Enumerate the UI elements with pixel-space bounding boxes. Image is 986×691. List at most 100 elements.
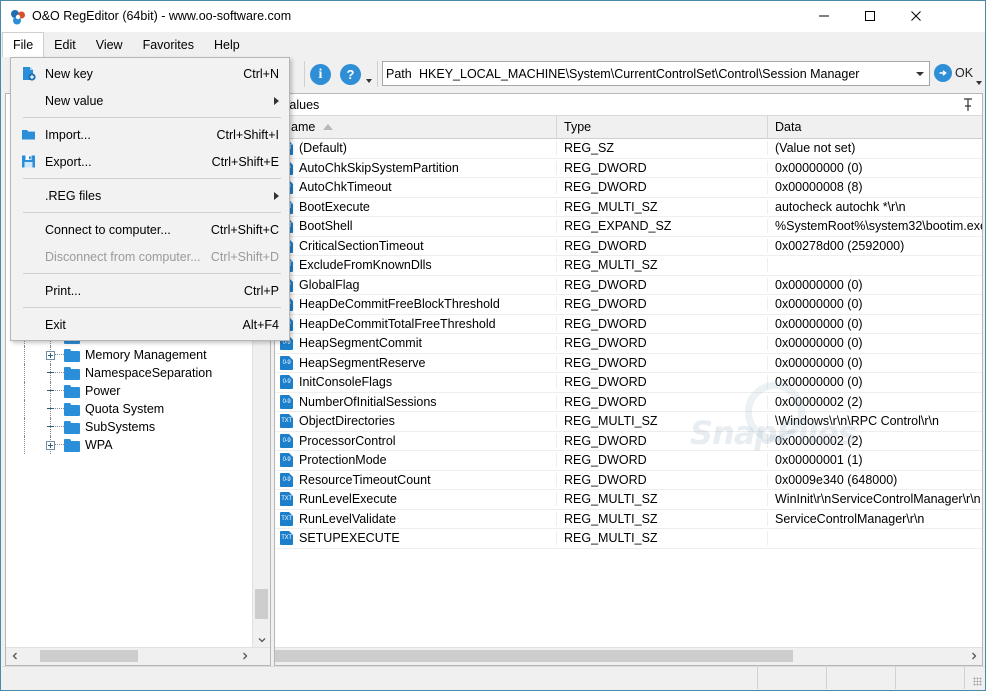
menu-item-new-value[interactable]: New value (11, 87, 289, 114)
table-row[interactable]: 0-9 ProtectionMode REG_DWORD 0x00000001 (1) (275, 451, 982, 471)
table-row[interactable]: TXTBootExecuteREG_MULTI_SZ autocheck auto… (275, 198, 982, 217)
cell-name-label: HeapSegmentCommit (299, 336, 422, 351)
pin-icon[interactable] (962, 98, 974, 115)
cell-type: REG_DWORD (557, 355, 768, 370)
table-row[interactable]: TXTExcludeFromKnownDllsREG_MULTI_SZ (275, 256, 982, 276)
menu-help[interactable]: Help (204, 32, 250, 57)
cell-type: REG_MULTI_SZ (557, 511, 768, 526)
cell-type: REG_DWORD (557, 316, 768, 331)
table-row[interactable]: TXT RunLevelExecute REG_MULTI_SZ WinInit\r\… (275, 490, 982, 510)
values-grid-body[interactable]: TXT(Default)REG_SZ(Value not set)0-9Auto… (275, 139, 982, 648)
table-row[interactable]: 0-9CriticalSectionTimeoutREG_DWORD 0x0027… (275, 237, 982, 256)
table-row[interactable]: TXT ObjectDirectories REG_MULTI_SZ \Windows… (275, 412, 982, 432)
cell-name: 0-9HeapDeCommitTotalFreeThreshold (275, 316, 557, 331)
menu-item-export[interactable]: Export... Ctrl+Shift+E (11, 148, 289, 175)
table-row[interactable]: 0-9 InitConsoleFlags REG_DWORD 0x00000000 (… (275, 373, 982, 393)
tree-expand-icon[interactable] (46, 350, 55, 360)
table-row[interactable]: TXT SETUPEXECUTE REG_MULTI_SZ (275, 529, 982, 549)
cell-name-label: ExcludeFromKnownDlls (299, 258, 432, 273)
tree-scroll-right-button[interactable] (236, 648, 253, 664)
tree-item[interactable]: Power (6, 382, 253, 400)
tree-expand-icon[interactable] (46, 440, 55, 450)
tree-item[interactable]: WPA (6, 436, 253, 454)
table-row[interactable]: TXT RunLevelValidate REG_MULTI_SZ ServiceCo… (275, 510, 982, 529)
help-icon[interactable]: ? (340, 64, 361, 85)
values-horizontal-scroll-thumb[interactable] (275, 650, 793, 662)
toolbar-separator-2 (377, 61, 378, 87)
table-row[interactable]: 0-9 HeapSegmentCommit REG_DWORD 0x00000000 … (275, 334, 982, 354)
tree-item[interactable]: Quota System (6, 400, 253, 418)
tree-guide-line (24, 418, 25, 436)
menu-view-label: View (95, 37, 123, 52)
menu-item-import[interactable]: Import... Ctrl+Shift+I (11, 121, 289, 148)
ok-button[interactable]: OK (955, 66, 973, 80)
chevron-right-icon (242, 652, 247, 660)
menu-favorites[interactable]: Favorites (133, 32, 204, 57)
column-header-name[interactable]: Name (275, 116, 557, 138)
tree-item[interactable]: Memory Management (6, 346, 253, 364)
string-value-icon: TXT (280, 414, 293, 429)
table-row[interactable]: 0-9 HeapSegmentReserve REG_DWORD 0x00000000… (275, 354, 982, 373)
tree-guide-line (24, 400, 25, 418)
ok-overflow-caret-icon[interactable] (976, 81, 982, 85)
menu-view[interactable]: View (86, 32, 133, 57)
column-header-data[interactable]: Data (768, 116, 982, 138)
values-horizontal-scrollbar[interactable] (275, 647, 982, 665)
file-menu-dropdown[interactable]: New key Ctrl+N New value Import... Ctrl+Shif… (10, 57, 290, 341)
menu-item-connect-to-computer[interactable]: Connect to computer... Ctrl+Shift+C (11, 216, 289, 243)
cell-data: 0x00000008 (8) (775, 180, 863, 195)
chevron-down-icon[interactable] (916, 72, 924, 76)
cell-name: 0-9GlobalFlag (275, 277, 557, 292)
menu-item--reg-files[interactable]: .REG files (11, 182, 289, 209)
table-row[interactable]: 0-9GlobalFlagREG_DWORD 0x00000000 (0) (275, 276, 982, 295)
minimize-button[interactable] (801, 1, 847, 31)
table-row[interactable]: TXTBootShellREG_EXPAND_SZ %SystemRoot%\sy… (275, 217, 982, 237)
table-row[interactable]: 0-9HeapDeCommitFreeBlockThresholdREG_DWO… (275, 295, 982, 315)
table-row[interactable]: 0-9AutoChkTimeoutREG_DWORD 0x00000008 (8) (275, 178, 982, 198)
tree-vertical-scroll-thumb[interactable] (255, 589, 268, 619)
table-row[interactable]: 0-9 ProcessorControl REG_DWORD 0x00000002 (… (275, 432, 982, 451)
menu-item-print[interactable]: Print... Ctrl+P (11, 277, 289, 304)
menu-separator (23, 178, 281, 179)
cell-name-label: GlobalFlag (299, 277, 360, 292)
tree-connector-line (55, 444, 64, 446)
tree-item[interactable]: NamespaceSeparation (6, 364, 253, 382)
go-arrow-icon[interactable] (934, 64, 952, 82)
cell-data: ServiceControlManager\r\n (775, 511, 925, 526)
tree-scroll-down-button[interactable] (253, 631, 270, 648)
table-row[interactable]: 0-9 ResourceTimeoutCount REG_DWORD 0x0009e3… (275, 471, 982, 490)
tree-horizontal-scrollbar[interactable] (6, 647, 270, 665)
cell-type: REG_MULTI_SZ (557, 414, 768, 429)
table-row[interactable]: TXT(Default)REG_SZ (Value not set) (275, 139, 982, 159)
cell-data: WinInit\r\nServiceControlManager\r\n (775, 492, 981, 507)
table-row[interactable]: 0-9AutoChkSkipSystemPartitionREG_DWORD 0x… (275, 159, 982, 178)
cell-type: REG_DWORD (557, 336, 768, 351)
menu-file[interactable]: File (2, 32, 45, 57)
cell-data: 0x00000000 (0) (775, 355, 863, 370)
menu-item-exit[interactable]: Exit Alt+F4 (11, 311, 289, 338)
toolbar-overflow-caret-icon[interactable] (366, 79, 372, 83)
tree-scroll-left-button[interactable] (6, 648, 23, 664)
close-button[interactable] (893, 1, 939, 31)
tree-horizontal-scroll-thumb[interactable] (40, 650, 138, 662)
info-icon[interactable]: i (310, 64, 331, 85)
cell-name: 0-9AutoChkTimeout (275, 180, 557, 195)
cell-name: 0-9 HeapSegmentCommit (275, 336, 557, 351)
menu-separator (23, 212, 281, 213)
cell-type: REG_DWORD (557, 433, 768, 448)
maximize-button[interactable] (847, 1, 893, 31)
values-scroll-right-button[interactable] (965, 648, 982, 664)
resize-grip-icon[interactable] (965, 667, 985, 689)
table-row[interactable]: 0-9 NumberOfInitialSessions REG_DWORD 0x000… (275, 393, 982, 412)
menu-item-label: New key (45, 66, 93, 81)
menu-edit[interactable]: Edit (44, 32, 86, 57)
submenu-arrow-icon (274, 96, 279, 105)
cell-name: TXTBootShell (275, 219, 557, 234)
table-row[interactable]: 0-9HeapDeCommitTotalFreeThresholdREG_DWO… (275, 315, 982, 334)
path-input[interactable]: HKEY_LOCAL_MACHINE\System\CurrentControl… (419, 67, 859, 81)
column-header-type[interactable]: Type (557, 116, 768, 138)
cell-data: 0x00278d00 (2592000) (775, 238, 905, 253)
tree-item[interactable]: SubSystems (6, 418, 253, 436)
menu-item-new-key[interactable]: New key Ctrl+N (11, 60, 289, 87)
tree-item-label: Quota System (85, 402, 165, 416)
